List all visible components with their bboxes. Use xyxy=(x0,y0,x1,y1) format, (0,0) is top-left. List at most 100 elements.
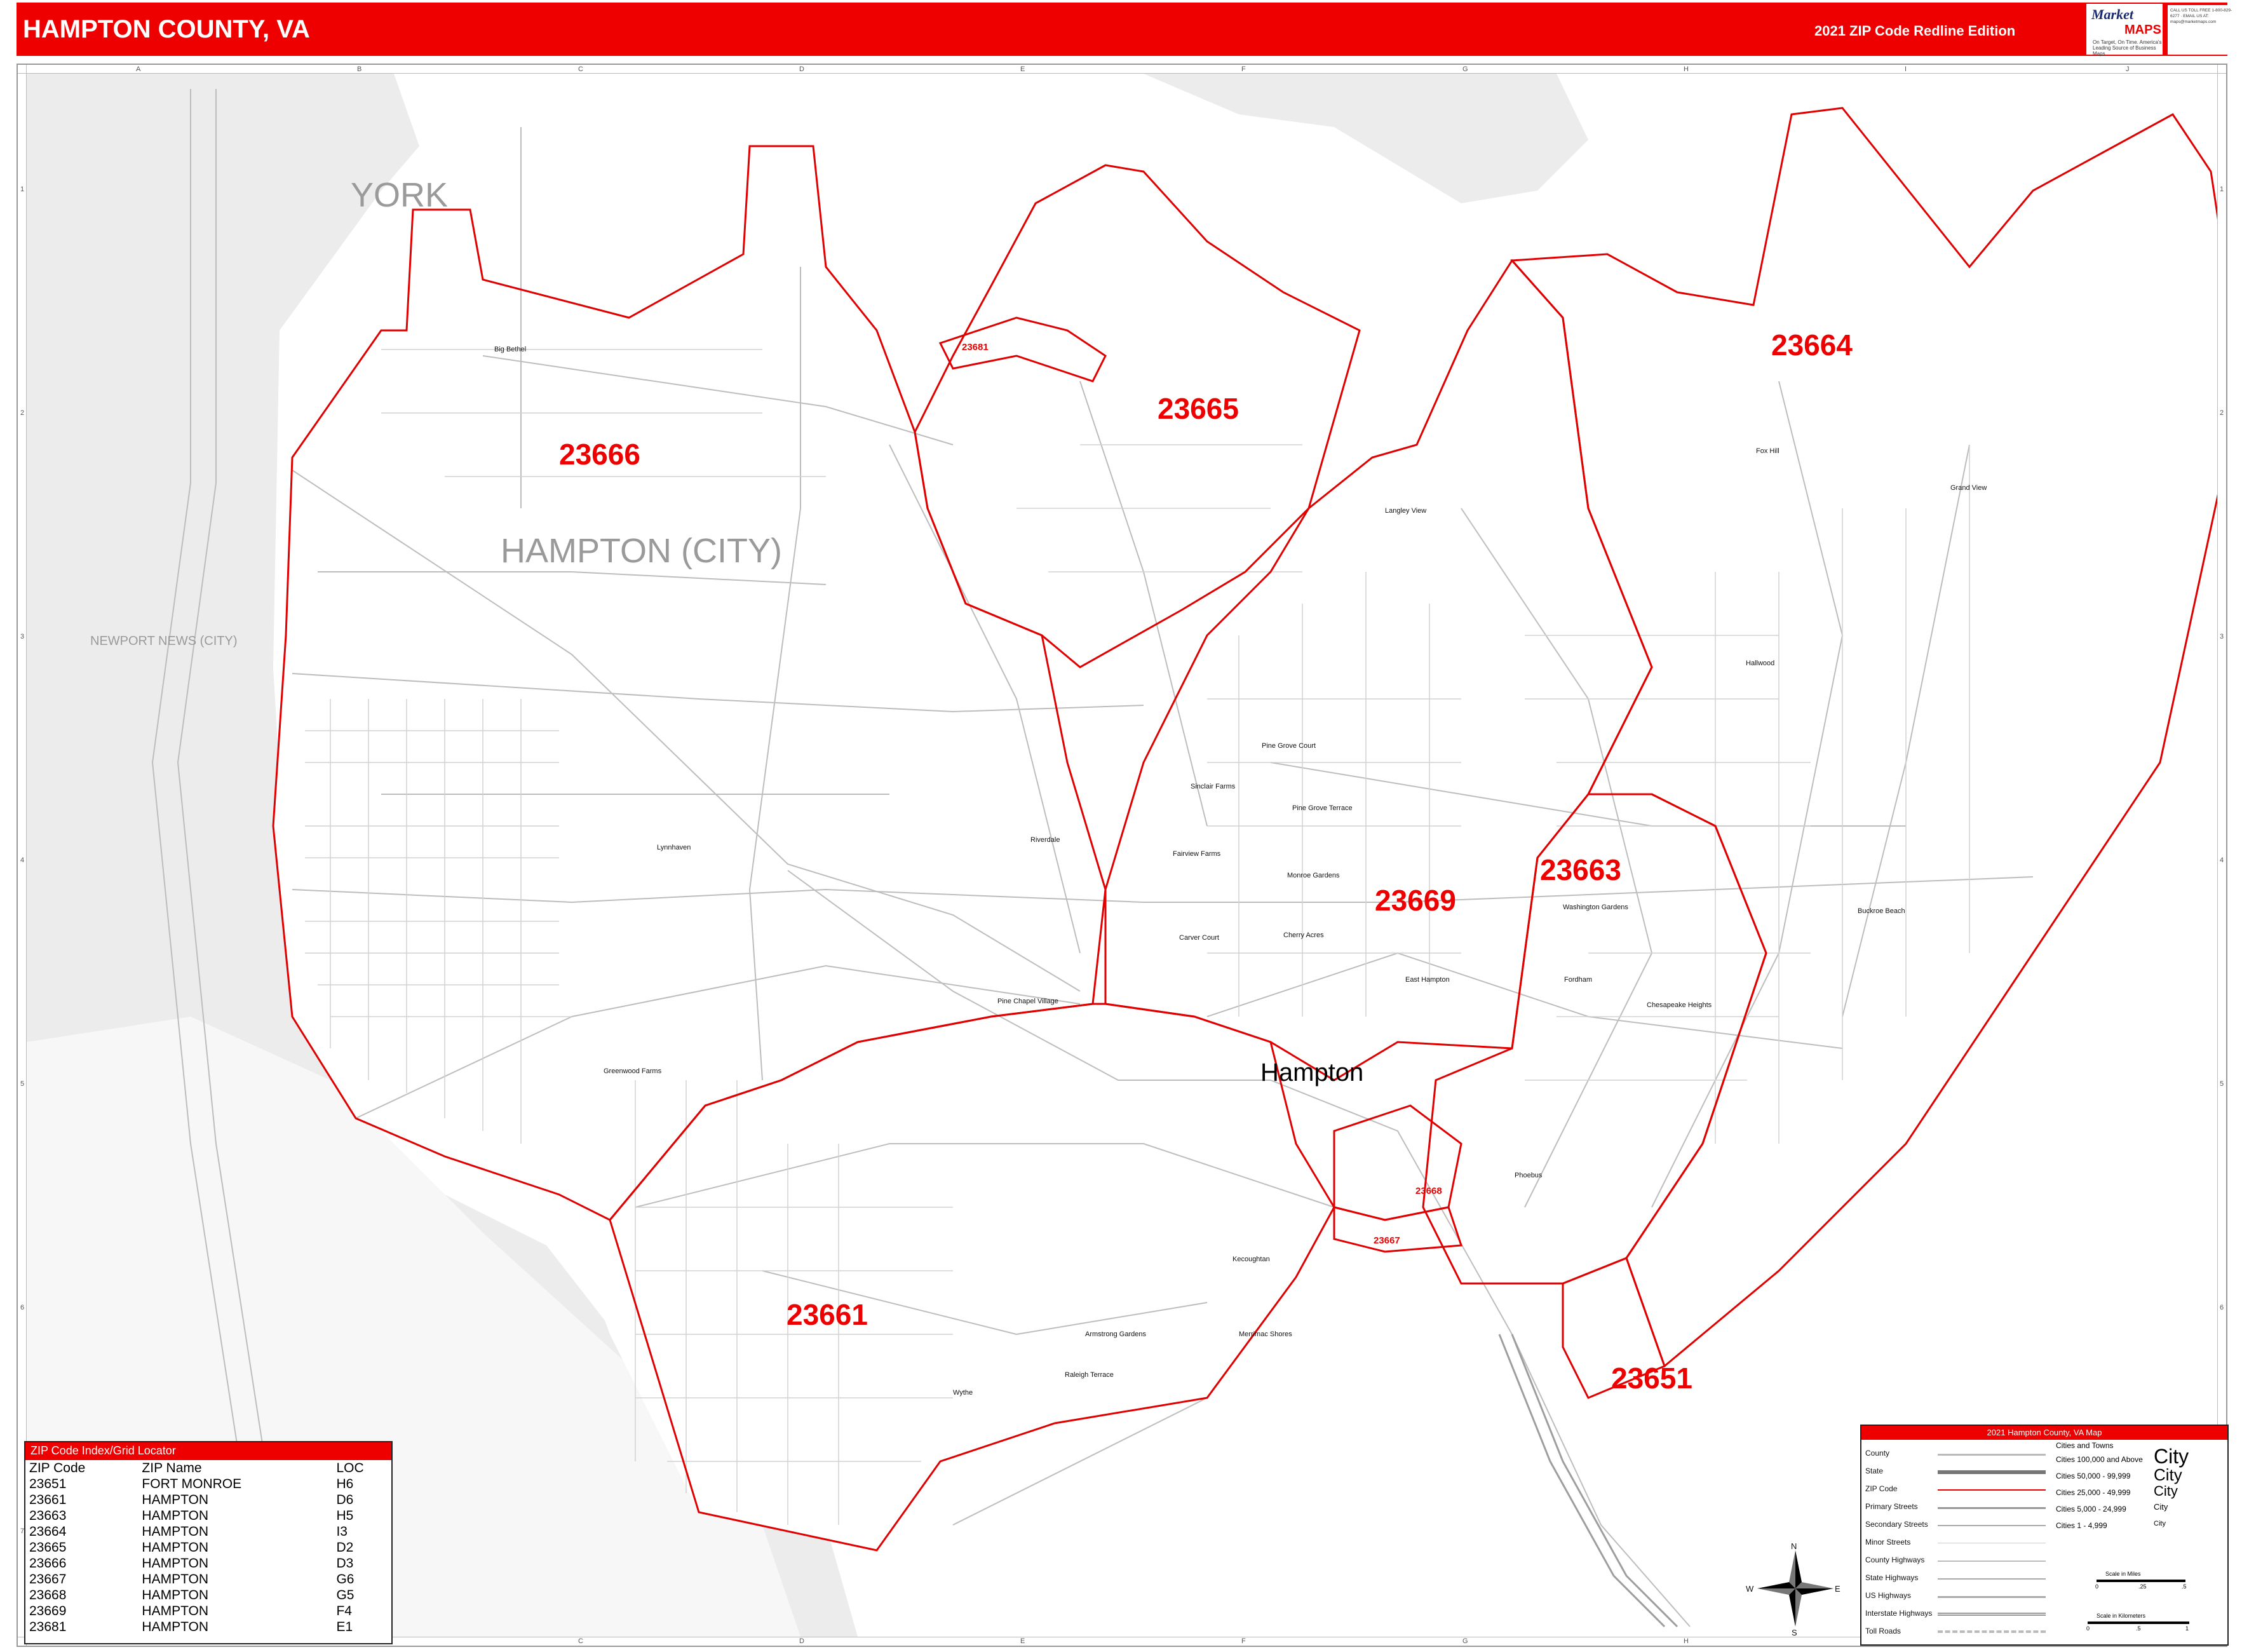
grid-col-label: C xyxy=(578,65,583,73)
cell-name: HAMPTON xyxy=(142,1540,209,1555)
grid-col-label: H xyxy=(1684,65,1689,73)
legend-sample-us-hwy xyxy=(1938,1596,2046,1598)
grid-row-label: 3 xyxy=(20,633,25,640)
place-label: Fordham xyxy=(1564,976,1593,984)
compass-n: N xyxy=(1791,1541,1797,1551)
table-row: 23661 HAMPTON D6 xyxy=(25,1492,391,1508)
zip-index-title: ZIP Code Index/Grid Locator xyxy=(25,1442,391,1460)
zip-label-23668: 23668 xyxy=(1415,1186,1442,1196)
place-label: Langley View xyxy=(1385,507,1427,515)
logo-text-market: Market xyxy=(2091,6,2133,22)
map-canvas[interactable] xyxy=(27,74,2217,1637)
legend-city-sample: City xyxy=(2154,1520,2166,1527)
grid-col-label: H xyxy=(1684,1637,1689,1645)
cell-name: HAMPTON xyxy=(142,1493,209,1507)
cell-loc: F4 xyxy=(336,1604,352,1618)
grid-col-label: I xyxy=(1905,65,1907,73)
zip-index-panel: ZIP Code Index/Grid Locator ZIP Code ZIP… xyxy=(24,1441,393,1644)
legend-item-primary: Primary Streets xyxy=(1865,1502,1918,1511)
grid-row-label: 1 xyxy=(20,186,25,193)
grid-col-label: E xyxy=(1020,1637,1025,1645)
region-label-york: YORK xyxy=(351,176,449,214)
table-row: 23669 HAMPTON F4 xyxy=(25,1603,391,1619)
place-label: Monroe Gardens xyxy=(1287,872,1340,879)
legend-city-tier: Cities 1 - 4,999 xyxy=(2056,1521,2107,1530)
cell-loc: D6 xyxy=(336,1493,354,1507)
cell-loc: E1 xyxy=(336,1620,353,1634)
map-title: HAMPTON COUNTY, VA xyxy=(23,15,310,43)
place-label: Riverdale xyxy=(1030,836,1060,844)
cell-name: HAMPTON xyxy=(142,1588,209,1602)
place-label: Lynnhaven xyxy=(657,844,691,851)
cell-name: HAMPTON xyxy=(142,1524,209,1539)
legend-city-tier: Cities 25,000 - 49,999 xyxy=(2056,1488,2131,1497)
place-label: Raleigh Terrace xyxy=(1065,1371,1114,1379)
legend-item-state-hwy: State Highways xyxy=(1865,1573,1919,1582)
legend-title: 2021 Hampton County, VA Map xyxy=(1861,1426,2227,1440)
place-label: Hallwood xyxy=(1746,660,1775,667)
place-label: Chesapeake Heights xyxy=(1647,1001,1712,1009)
grid-ruler-right xyxy=(2217,65,2226,1646)
grid-row-label: 2 xyxy=(2220,409,2224,417)
cell-zip: 23651 xyxy=(29,1477,67,1491)
grid-row-label: 6 xyxy=(2220,1304,2224,1311)
legend-sample-county-hwy xyxy=(1938,1561,2046,1562)
grid-col-label: C xyxy=(578,1637,583,1645)
scale-tick: 0 xyxy=(2086,1625,2090,1632)
place-label: Grand View xyxy=(1950,484,1987,492)
grid-row-label: 3 xyxy=(2220,633,2224,640)
table-row: 23681 HAMPTON E1 xyxy=(25,1619,391,1635)
place-label: Big Bethel xyxy=(494,346,527,353)
grid-col-label: E xyxy=(1020,65,1025,73)
grid-ruler-left xyxy=(18,65,27,1646)
region-label-newport-news: NEWPORT NEWS (CITY) xyxy=(90,634,238,648)
legend-city-tier: Cities 50,000 - 99,999 xyxy=(2056,1472,2131,1480)
cell-loc: I3 xyxy=(336,1524,348,1539)
zip-label-23661: 23661 xyxy=(787,1298,868,1331)
place-label: Fairview Farms xyxy=(1173,850,1221,858)
place-label: Sinclair Farms xyxy=(1191,783,1236,790)
grid-col-label: D xyxy=(799,65,804,73)
legend-item-state: State xyxy=(1865,1466,1884,1475)
grid-ruler-top xyxy=(18,65,2226,74)
map-legend: 2021 Hampton County, VA Map County State… xyxy=(1860,1425,2229,1646)
grid-col-label: J xyxy=(2126,65,2130,73)
cell-loc: H5 xyxy=(336,1508,354,1523)
cell-name: HAMPTON xyxy=(142,1572,209,1587)
legend-city-tier: Cities 5,000 - 24,999 xyxy=(2056,1505,2126,1513)
cell-loc: H6 xyxy=(336,1477,354,1491)
cell-loc: G6 xyxy=(336,1572,355,1587)
cell-zip: 23665 xyxy=(29,1540,67,1555)
cell-loc: D3 xyxy=(336,1556,354,1571)
zip-label-23667: 23667 xyxy=(1374,1235,1400,1246)
grid-col-label: A xyxy=(136,65,141,73)
table-row: 23667 HAMPTON G6 xyxy=(25,1571,391,1587)
legend-sample-zip xyxy=(1938,1489,2046,1491)
cell-zip: 23664 xyxy=(29,1524,67,1539)
region-label-hampton-city: HAMPTON (CITY) xyxy=(501,532,782,570)
place-label: Buckroe Beach xyxy=(1858,907,1905,915)
place-label: Washington Gardens xyxy=(1563,904,1628,911)
legend-sample-county xyxy=(1938,1454,2046,1456)
zip-label-23681: 23681 xyxy=(962,342,989,353)
cell-loc: G5 xyxy=(336,1588,355,1602)
cell-zip: 23661 xyxy=(29,1493,67,1507)
cell-zip: 23669 xyxy=(29,1604,67,1618)
legend-item-county-hwy: County Highways xyxy=(1865,1555,1925,1564)
cell-name: HAMPTON xyxy=(142,1604,209,1618)
compass-w: W xyxy=(1746,1584,1754,1594)
place-label: Fox Hill xyxy=(1756,447,1779,455)
legend-item-zip: ZIP Code xyxy=(1865,1484,1898,1493)
compass-s: S xyxy=(1792,1628,1797,1637)
legend-item-us-hwy: US Highways xyxy=(1865,1591,1912,1600)
grid-col-label: D xyxy=(799,1637,804,1645)
compass-e: E xyxy=(1835,1584,1840,1594)
scale-tick: 0 xyxy=(2095,1583,2099,1590)
place-label: Merrimac Shores xyxy=(1239,1330,1292,1338)
zip-label-23669: 23669 xyxy=(1375,884,1456,917)
table-row: 23668 HAMPTON G5 xyxy=(25,1587,391,1603)
legend-city-sample: City xyxy=(2154,1502,2168,1512)
grid-row-label: 5 xyxy=(20,1080,25,1088)
compass-rose xyxy=(1757,1550,1833,1627)
table-row: 23664 HAMPTON I3 xyxy=(25,1524,391,1540)
